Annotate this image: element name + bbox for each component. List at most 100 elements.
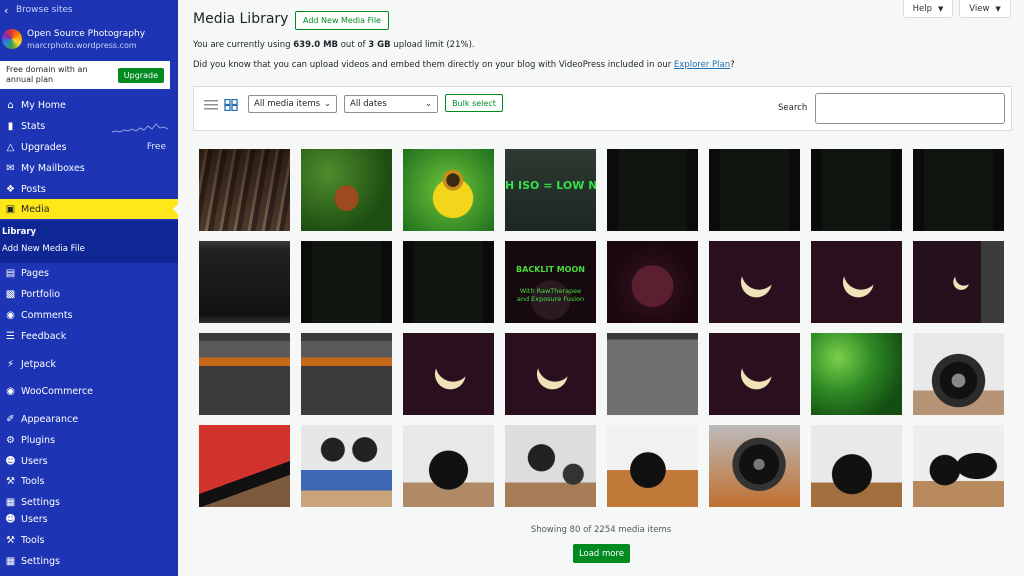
media-thumbnail-grey-screenshot[interactable] bbox=[607, 333, 698, 415]
sidebar-item-comments[interactable]: ◉ Comments bbox=[0, 305, 178, 325]
sidebar-item-tools[interactable]: ⚒ Tools bbox=[0, 530, 178, 550]
stats-icon: ▮ bbox=[7, 120, 14, 132]
media-thumbnail-red-deer[interactable] bbox=[301, 149, 392, 231]
usage-limit: 3 GB bbox=[368, 40, 391, 50]
media-thumbnail-bee-flower[interactable] bbox=[403, 149, 494, 231]
sidebar-item-pages[interactable]: ▤ Pages bbox=[0, 263, 178, 283]
usage-middle: out of bbox=[338, 40, 369, 50]
media-thumbnail-crescent-moon[interactable] bbox=[505, 333, 596, 415]
settings-icon: ▦ bbox=[5, 555, 16, 567]
slide-caption: and Exposure Fusion bbox=[516, 295, 585, 303]
list-view-icon[interactable] bbox=[204, 99, 218, 111]
media-thumbnail-dark-screenshot[interactable] bbox=[913, 149, 1004, 231]
sidebar-item-tools[interactable]: ⚒ Tools bbox=[0, 471, 178, 491]
sidebar-item-label: My Home bbox=[21, 99, 66, 111]
page-icon: ▤ bbox=[5, 267, 16, 279]
media-submenu: Library Add New Media File bbox=[0, 221, 178, 263]
upload-usage: You are currently using 639.0 MB out of … bbox=[193, 40, 475, 50]
portfolio-icon: ▩ bbox=[5, 288, 16, 300]
sidebar-item-plugins[interactable]: ⚙ Plugins bbox=[0, 430, 178, 450]
main-content: Media Library Add New Media File Help ▼ V… bbox=[178, 0, 1024, 576]
mail-icon: ✉ bbox=[6, 162, 15, 174]
media-thumbnail-cf-adapter[interactable] bbox=[199, 425, 290, 507]
sidebar-item-posts[interactable]: ❖ Posts bbox=[0, 179, 178, 199]
media-thumbnail-small-crescent[interactable] bbox=[913, 241, 1004, 323]
view-button[interactable]: View ▼ bbox=[959, 0, 1011, 18]
help-label: Help bbox=[912, 3, 932, 14]
sidebar-item-feedback[interactable]: ☰ Feedback bbox=[0, 326, 178, 346]
site-logo bbox=[2, 29, 22, 49]
browse-sites-link[interactable]: ‹ Browse sites bbox=[0, 2, 178, 18]
media-thumbnail-camera-top[interactable] bbox=[403, 425, 494, 507]
notice-text: Did you know that you can upload videos … bbox=[193, 60, 674, 70]
media-toolbar: All media items ⌄ All dates ⌄ Bulk selec… bbox=[193, 86, 1012, 131]
media-thumbnail-dark-screenshot[interactable] bbox=[811, 149, 902, 231]
media-thumbnail-dark-screenshot[interactable] bbox=[709, 149, 800, 231]
sidebar-item-label: Comments bbox=[21, 309, 73, 321]
help-button[interactable]: Help ▼ bbox=[903, 0, 953, 18]
media-thumbnail-crescent-moon[interactable] bbox=[811, 241, 902, 323]
media-thumbnail-camera-table[interactable] bbox=[607, 425, 698, 507]
media-thumbnail-green-leaves[interactable] bbox=[811, 333, 902, 415]
sidebar-item-label: Jetpack bbox=[21, 358, 56, 370]
explorer-plan-link[interactable]: Explorer Plan bbox=[674, 60, 730, 70]
media-thumbnail-dark-screenshot[interactable] bbox=[301, 241, 392, 323]
upgrade-promo: Free domain with an annual plan Upgrade bbox=[0, 61, 170, 89]
jetpack-icon: ⚡ bbox=[6, 358, 15, 370]
media-thumbnail-crescent-moon[interactable] bbox=[709, 333, 800, 415]
media-thumbnail-software-screenshot[interactable] bbox=[301, 333, 392, 415]
sidebar-item-label: Settings bbox=[21, 496, 60, 508]
sidebar-item-label: Tools bbox=[21, 534, 45, 546]
slide-caption: H ISO = LOW NO bbox=[505, 179, 596, 192]
media-thumbnail-camera-rings[interactable] bbox=[505, 425, 596, 507]
sidebar-item-upgrades[interactable]: △ Upgrades Free bbox=[0, 137, 178, 157]
media-thumbnail-lens-macro[interactable] bbox=[709, 425, 800, 507]
sidebar-item-settings[interactable]: ▦ Settings bbox=[0, 551, 178, 571]
sidebar-item-appearance[interactable]: ✐ Appearance bbox=[0, 409, 178, 429]
submenu-add-new[interactable]: Add New Media File bbox=[2, 244, 85, 254]
submenu-library[interactable]: Library bbox=[2, 227, 36, 237]
sidebar-item-my-home[interactable]: ⌂ My Home bbox=[0, 95, 178, 115]
load-more-button[interactable]: Load more bbox=[573, 544, 630, 563]
sidebar-item-label: Posts bbox=[21, 183, 46, 195]
media-thumbnail-lens-rings[interactable] bbox=[301, 425, 392, 507]
sidebar-item-label: Settings bbox=[21, 555, 60, 567]
media-thumbnail-software-screenshot[interactable] bbox=[199, 333, 290, 415]
media-thumbnail-dark-screenshot[interactable] bbox=[607, 149, 698, 231]
slide-caption: With RawTherapee bbox=[519, 287, 582, 295]
date-filter[interactable]: All dates ⌄ bbox=[344, 95, 438, 113]
media-thumbnail-red-moon[interactable] bbox=[607, 241, 698, 323]
search-label: Search bbox=[778, 103, 808, 113]
media-thumbnail-dark-screenshot[interactable] bbox=[403, 241, 494, 323]
chevron-left-icon: ‹ bbox=[4, 3, 9, 17]
bulk-select-button[interactable]: Bulk select bbox=[445, 94, 503, 112]
sidebar: ‹ Browse sites Open Source Photography m… bbox=[0, 0, 178, 576]
page-title: Media Library bbox=[193, 11, 289, 27]
media-thumbnail-camera[interactable] bbox=[913, 333, 1004, 415]
settings-icon: ▦ bbox=[5, 496, 16, 508]
media-thumbnail-crescent-moon[interactable] bbox=[709, 241, 800, 323]
media-type-filter[interactable]: All media items ⌄ bbox=[248, 95, 337, 113]
sidebar-item-my-mailboxes[interactable]: ✉ My Mailboxes bbox=[0, 158, 178, 178]
media-thumbnail-crescent-moon[interactable] bbox=[403, 333, 494, 415]
media-thumbnail-dark-square[interactable] bbox=[199, 241, 290, 323]
site-card[interactable]: Open Source Photography marcrphoto.wordp… bbox=[0, 24, 178, 54]
media-thumbnail-backlit-moon[interactable]: BACKLIT MOON With RawTherapee and Exposure… bbox=[505, 241, 596, 323]
add-new-media-button[interactable]: Add New Media File bbox=[295, 11, 389, 30]
upgrade-button[interactable]: Upgrade bbox=[117, 67, 164, 83]
chevron-down-icon: ⌄ bbox=[425, 99, 432, 108]
sidebar-item-media[interactable]: ▣ Media bbox=[0, 199, 178, 219]
media-thumbnail-iso-slide[interactable]: H ISO = LOW NO bbox=[505, 149, 596, 231]
sidebar-item-jetpack[interactable]: ⚡ Jetpack bbox=[0, 354, 178, 374]
media-thumbnail-camera-lens[interactable] bbox=[811, 425, 902, 507]
sidebar-item-users[interactable]: ☻ Users bbox=[0, 451, 178, 471]
search-input[interactable] bbox=[815, 93, 1005, 124]
media-thumbnail-camera-tele[interactable] bbox=[913, 425, 1004, 507]
grid-view-icon[interactable] bbox=[224, 99, 238, 111]
sidebar-item-users[interactable]: ☻ Users bbox=[0, 509, 178, 529]
sidebar-item-woocommerce[interactable]: ◉ WooCommerce bbox=[0, 381, 178, 401]
media-thumbnail-wood-dock[interactable] bbox=[199, 149, 290, 231]
sidebar-item-portfolio[interactable]: ▩ Portfolio bbox=[0, 284, 178, 304]
comment-icon: ◉ bbox=[6, 309, 15, 321]
users-icon: ☻ bbox=[5, 513, 16, 525]
